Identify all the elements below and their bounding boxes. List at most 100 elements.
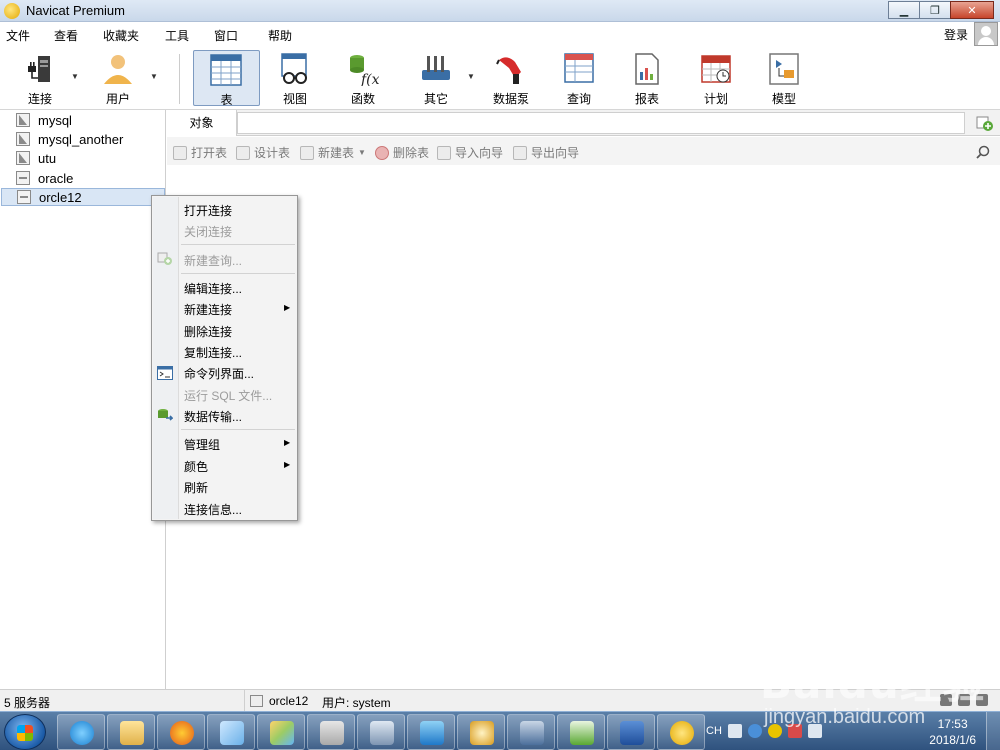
volume-icon[interactable]	[807, 724, 822, 738]
new-table-label: 新建表	[318, 146, 355, 160]
new-tab-icon[interactable]	[976, 114, 994, 132]
delete-table-button[interactable]: 删除表	[375, 144, 429, 161]
toolbar-data-pump-button[interactable]: 数据泵	[479, 50, 543, 106]
taskbar-feiq[interactable]	[407, 714, 455, 750]
show-desktop-button[interactable]	[986, 712, 1000, 750]
mysql-connection-icon	[16, 113, 30, 127]
menu-view[interactable]: 查看	[54, 27, 78, 44]
person-icon[interactable]	[958, 694, 970, 706]
taskbar-navicat[interactable]	[657, 714, 705, 750]
menu-data-transfer[interactable]: 数据传输...	[184, 408, 242, 425]
connection-dropdown-icon[interactable]: ▼	[71, 72, 79, 81]
menu-new-query[interactable]: 新建查询...	[184, 252, 242, 269]
start-button[interactable]	[4, 714, 46, 750]
menu-run-sql-file[interactable]: 运行 SQL 文件...	[184, 387, 272, 404]
toolbar-query-button[interactable]: 查询	[547, 50, 611, 106]
new-table-dropdown-icon[interactable]: ▼	[358, 148, 366, 157]
firefox-icon	[170, 721, 194, 745]
toolbar-model-button[interactable]: 模型	[752, 50, 816, 106]
taskbar-calculator[interactable]	[307, 714, 355, 750]
clock-time: 17:53	[937, 717, 968, 731]
new-query-icon	[157, 252, 172, 265]
user-dropdown-icon[interactable]: ▼	[150, 72, 158, 81]
toolbar-report-button[interactable]: 报表	[615, 50, 679, 106]
menu-favorites[interactable]: 收藏夹	[103, 27, 139, 44]
login-link[interactable]: 登录	[944, 26, 968, 43]
wrench-icon[interactable]	[976, 694, 988, 706]
mysql-connection-icon	[16, 151, 30, 165]
server-count: 5 服务器	[4, 696, 51, 710]
paint-icon	[270, 721, 294, 745]
design-table-button[interactable]: 设计表	[236, 144, 290, 161]
taskbar-firefox[interactable]	[157, 714, 205, 750]
submenu-arrow-icon: ▶	[284, 438, 291, 447]
menu-close-connection[interactable]: 关闭连接	[184, 223, 232, 240]
close-button[interactable]: ✕	[950, 1, 994, 19]
main-toolbar: 连接 ▼ 用户 ▼ 表 视图 f(x) 函数	[0, 46, 1000, 110]
input-language[interactable]: CH	[706, 725, 722, 737]
taskbar-explorer[interactable]	[107, 714, 155, 750]
taskbar-remote[interactable]	[507, 714, 555, 750]
menu-edit-connection[interactable]: 编辑连接...	[184, 280, 242, 297]
menu-help[interactable]: 帮助	[268, 27, 292, 44]
connection-item-selected[interactable]: orcle12	[1, 188, 165, 206]
import-wizard-button[interactable]: 导入向导	[437, 144, 503, 161]
menu-color[interactable]: 颜色	[184, 458, 208, 475]
toolbar-label: 数据泵	[492, 92, 529, 106]
menu-delete-connection[interactable]: 删除连接	[184, 323, 232, 340]
connection-item[interactable]: oracle	[16, 169, 73, 187]
taskbar-media[interactable]	[557, 714, 605, 750]
menu-window[interactable]: 窗口	[214, 27, 238, 44]
schedule-icon	[701, 55, 731, 83]
export-wizard-button[interactable]: 导出向导	[513, 144, 579, 161]
keyboard-icon[interactable]	[940, 694, 952, 706]
menu-separator	[181, 429, 295, 430]
menu-open-connection[interactable]: 打开连接	[184, 202, 232, 219]
menu-command-line[interactable]: 命令列界面...	[184, 365, 254, 382]
other-dropdown-icon[interactable]: ▼	[467, 72, 475, 81]
menu-duplicate-connection[interactable]: 复制连接...	[184, 344, 242, 361]
maximize-button[interactable]: ❐	[919, 1, 951, 19]
search-icon[interactable]	[976, 145, 990, 159]
toolbar-separator	[179, 54, 180, 104]
toolbar-other-button[interactable]: 其它	[404, 50, 468, 106]
menu-separator	[181, 244, 295, 245]
export-wizard-label: 导出向导	[531, 146, 580, 160]
network-error-icon[interactable]	[787, 724, 802, 738]
connection-item[interactable]: utu	[16, 149, 56, 167]
menu-manage-group[interactable]: 管理组	[184, 436, 220, 453]
tray-app-icon[interactable]	[727, 724, 742, 738]
clock[interactable]: 17:53 2018/1/6	[929, 716, 976, 748]
toolbar-table-button[interactable]: 表	[193, 50, 260, 107]
user-avatar-icon[interactable]	[974, 22, 998, 46]
menu-file[interactable]: 文件	[6, 27, 30, 44]
tab-objects[interactable]: 对象	[167, 110, 237, 136]
open-table-button[interactable]: 打开表	[173, 144, 227, 161]
taskbar-search-tool[interactable]	[457, 714, 505, 750]
menu-refresh[interactable]: 刷新	[184, 479, 208, 496]
submenu-arrow-icon: ▶	[284, 460, 291, 469]
taskbar-word[interactable]	[607, 714, 655, 750]
connection-tree: mysql mysql_another utu oracle orcle12	[0, 110, 166, 689]
toolbar-user-button[interactable]: 用户	[86, 50, 150, 106]
connection-item[interactable]: mysql_another	[16, 130, 123, 148]
taskbar-notepad[interactable]	[207, 714, 255, 750]
connection-item[interactable]: mysql	[16, 111, 72, 129]
toolbar-view-button[interactable]: 视图	[263, 50, 327, 106]
minimize-button[interactable]: ▁	[888, 1, 920, 19]
menu-new-connection[interactable]: 新建连接	[184, 301, 232, 318]
menu-connection-info[interactable]: 连接信息...	[184, 501, 242, 518]
toolbar-connection-button[interactable]: 连接	[8, 50, 72, 106]
taskbar-app[interactable]	[357, 714, 405, 750]
oracle-connection-icon	[250, 695, 263, 707]
toolbar-label: 其它	[423, 92, 448, 106]
new-table-button[interactable]: 新建表 ▼	[300, 144, 366, 161]
toolbar-function-button[interactable]: f(x) 函数	[331, 50, 395, 106]
tray-shield-icon[interactable]	[767, 724, 782, 738]
toolbar-label: 计划	[703, 92, 728, 106]
toolbar-schedule-button[interactable]: 计划	[684, 50, 748, 106]
help-icon[interactable]	[747, 724, 762, 738]
taskbar-paint[interactable]	[257, 714, 305, 750]
menu-tools[interactable]: 工具	[165, 27, 189, 44]
taskbar-ie[interactable]	[57, 714, 105, 750]
